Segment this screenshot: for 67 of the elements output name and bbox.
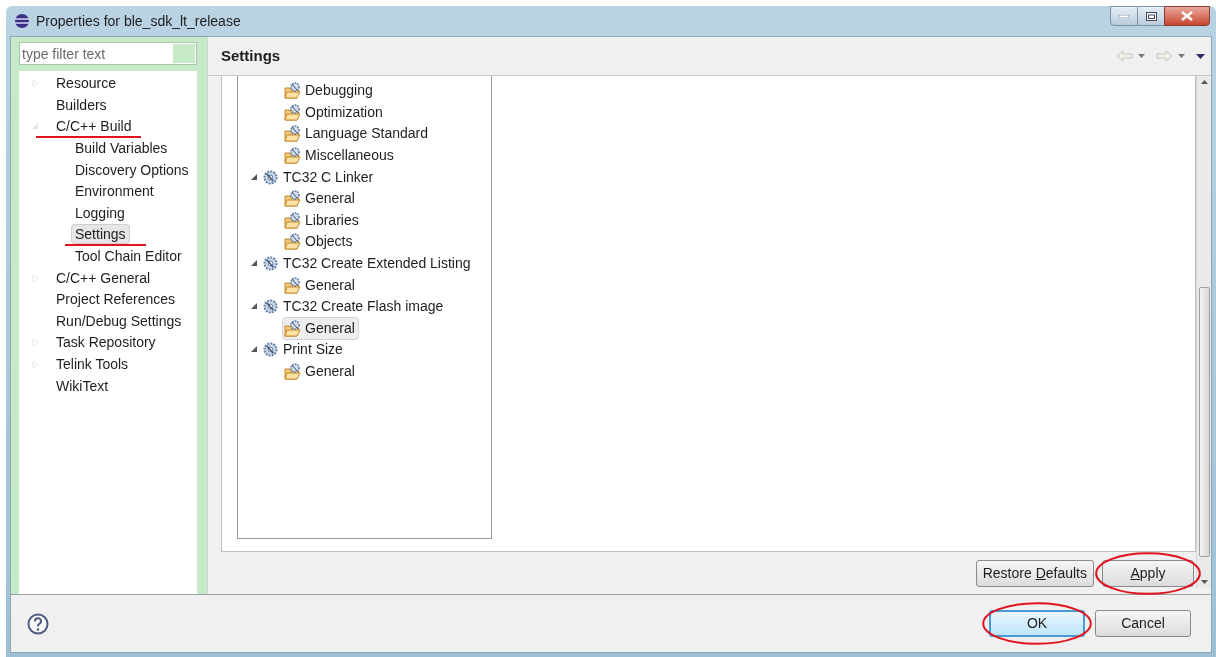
tree-item[interactable]: WikiText <box>52 375 113 396</box>
dialog-button[interactable]: OK <box>989 610 1085 637</box>
tree-item[interactable]: Task Repository <box>52 332 160 353</box>
tree-item[interactable]: C/C++ Build <box>52 116 136 137</box>
expanded-triangle-icon[interactable] <box>251 346 258 354</box>
vertical-scrollbar[interactable] <box>1196 76 1211 588</box>
tree-item[interactable]: Libraries <box>282 208 363 232</box>
tree-item[interactable]: Optimization <box>282 100 387 124</box>
tree-item[interactable]: Settings <box>71 224 130 245</box>
tree-item[interactable]: TC32 C Linker <box>283 166 374 188</box>
close-button[interactable] <box>1164 6 1210 26</box>
tree-item[interactable]: Language Standard <box>282 122 432 146</box>
tree-item[interactable]: Debugging <box>282 79 377 103</box>
tree-item[interactable]: Discovery Options <box>71 159 193 180</box>
folder-gear-icon <box>284 190 301 208</box>
expanded-triangle-icon[interactable] <box>251 260 258 268</box>
view-menu-icon[interactable] <box>1196 53 1205 59</box>
folder-gear-icon <box>284 233 301 251</box>
scroll-down-icon[interactable] <box>1200 580 1208 584</box>
folder-gear-icon <box>284 82 301 100</box>
tree-item[interactable]: General <box>282 187 359 211</box>
dropdown-caret-icon[interactable] <box>1138 54 1145 58</box>
tree-item[interactable]: TC32 Create Extended Listing <box>283 253 471 275</box>
tree-item[interactable]: Objects <box>282 230 357 254</box>
folder-gear-icon <box>284 125 301 143</box>
close-icon <box>1181 11 1193 21</box>
window-title: Properties for ble_sdk_lt_release <box>36 11 241 31</box>
gear-icon <box>263 342 278 358</box>
tree-item[interactable]: General <box>282 316 359 340</box>
tree-item[interactable]: Miscellaneous <box>282 144 398 168</box>
tree-item[interactable]: Resource <box>52 73 120 94</box>
tree-item[interactable]: Builders <box>52 94 111 115</box>
tree-item[interactable]: Tool Chain Editor <box>71 246 186 267</box>
tree-item[interactable]: Logging <box>71 202 129 223</box>
gear-icon <box>263 169 278 185</box>
maximize-button[interactable] <box>1138 6 1164 26</box>
folder-gear-icon <box>284 319 301 337</box>
scroll-up-icon[interactable] <box>1200 80 1208 84</box>
app-icon <box>14 13 30 29</box>
expanded-triangle-icon[interactable] <box>251 173 258 181</box>
filter-status-box <box>173 44 195 63</box>
minimize-icon <box>1119 14 1129 18</box>
gear-icon <box>263 299 278 315</box>
tree-item[interactable]: Run/Debug Settings <box>52 310 186 331</box>
gear-icon <box>263 256 278 272</box>
folder-gear-icon <box>284 363 301 380</box>
tree-item[interactable]: TC32 Create Flash image <box>283 296 444 318</box>
page-title: Settings <box>221 45 281 66</box>
help-icon[interactable] <box>27 612 49 635</box>
folder-gear-icon <box>284 103 301 121</box>
folder-gear-icon <box>284 147 301 165</box>
dialog-button[interactable]: Cancel <box>1095 610 1191 637</box>
dropdown-caret-icon[interactable] <box>1178 54 1185 58</box>
page-button[interactable]: Apply <box>1102 559 1194 587</box>
tree-item[interactable]: Telink Tools <box>52 354 133 374</box>
tree-item[interactable]: C/C++ General <box>52 267 155 288</box>
maximize-icon <box>1145 11 1157 21</box>
page-button[interactable]: Restore Defaults <box>975 559 1094 587</box>
tree-item[interactable]: General <box>282 360 359 383</box>
tree-item[interactable]: Environment <box>71 181 158 202</box>
tree-item[interactable]: Print Size <box>283 339 343 361</box>
folder-gear-icon <box>284 276 301 294</box>
folder-gear-icon <box>284 211 301 229</box>
tree-item[interactable]: General <box>282 273 359 297</box>
tree-item[interactable]: Project References <box>52 289 180 310</box>
tree-item[interactable]: Build Variables <box>71 138 172 159</box>
expanded-triangle-icon[interactable] <box>251 303 258 311</box>
